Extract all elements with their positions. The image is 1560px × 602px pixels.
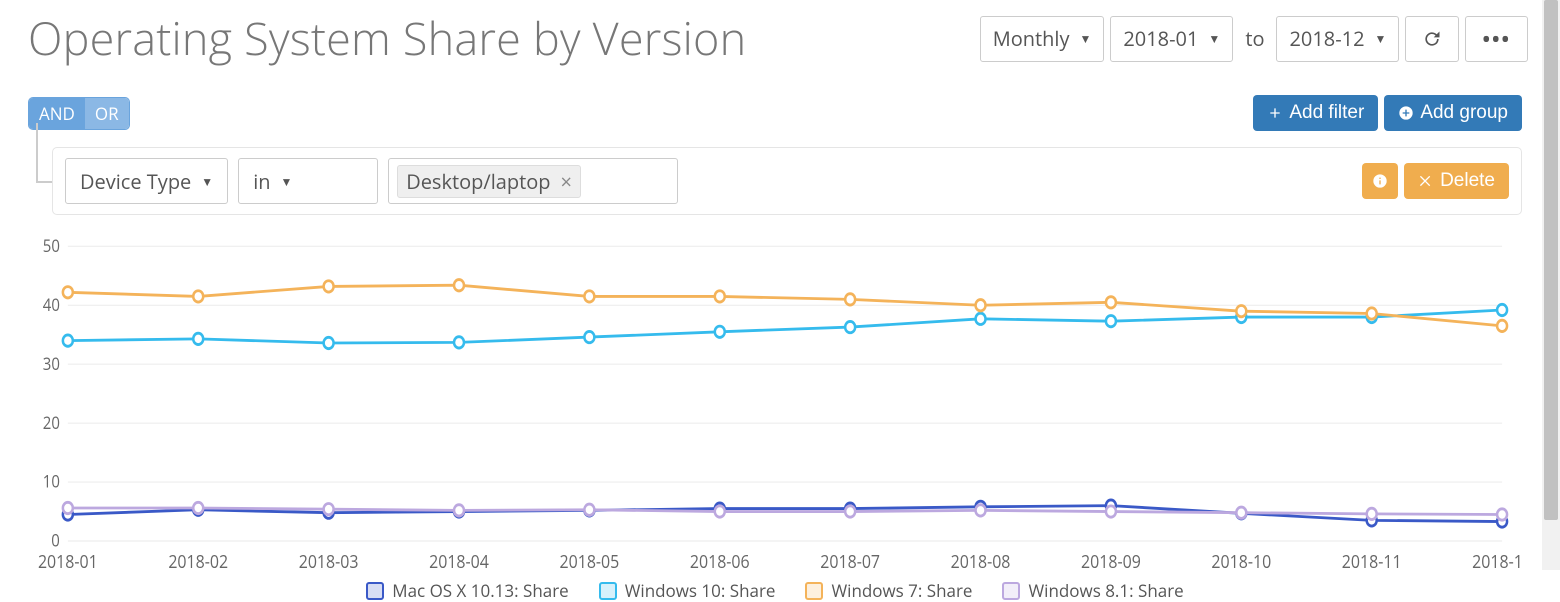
svg-text:30: 30 [43,352,60,375]
svg-text:2018-03: 2018-03 [299,550,359,574]
filter-value-chip: Desktop/laptop × [397,165,581,198]
rule-delete-label: Delete [1440,170,1495,192]
granularity-value: Monthly [993,25,1070,52]
svg-text:20: 20 [43,411,60,434]
legend-swatch [599,582,617,600]
svg-text:2018-05: 2018-05 [559,550,619,574]
chevron-down-icon: ▼ [1375,30,1387,47]
legend-item[interactable]: Windows 7: Share [805,579,972,602]
svg-text:50: 50 [43,235,60,257]
logic-toggle: AND OR [28,97,130,130]
legend-label: Windows 8.1: Share [1028,579,1183,602]
ellipsis-icon: ••• [1482,25,1511,52]
legend-swatch [1002,582,1020,600]
more-button[interactable]: ••• [1465,16,1528,62]
date-from-value: 2018-01 [1123,25,1198,52]
legend-item[interactable]: Mac OS X 10.13: Share [366,579,568,602]
svg-text:2018-06: 2018-06 [690,550,750,574]
scrollbar-thumb[interactable] [1544,0,1558,520]
add-filter-button[interactable]: Add filter [1253,95,1378,131]
svg-text:0: 0 [51,529,60,552]
svg-text:2018-07: 2018-07 [820,550,880,574]
legend-swatch [366,582,384,600]
filter-field-value: Device Type [80,168,191,195]
chevron-down-icon: ▼ [201,173,213,190]
filter-field-select[interactable]: Device Type ▼ [65,158,228,204]
rule-info-button[interactable] [1362,163,1398,199]
date-from-select[interactable]: 2018-01 ▼ [1110,16,1233,62]
refresh-button[interactable] [1405,16,1459,62]
date-to-value: 2018-12 [1289,25,1364,52]
chevron-down-icon: ▼ [281,173,293,190]
chip-remove-icon[interactable]: × [561,168,572,195]
svg-text:2018-12: 2018-12 [1472,550,1522,574]
legend-label: Windows 7: Share [831,579,972,602]
svg-text:40: 40 [43,293,60,316]
svg-text:2018-10: 2018-10 [1211,550,1271,574]
plus-circle-icon [1398,105,1414,121]
date-to-select[interactable]: 2018-12 ▼ [1276,16,1399,62]
legend-item[interactable]: Windows 10: Share [599,579,776,602]
svg-text:2018-01: 2018-01 [38,550,98,574]
rule-delete-button[interactable]: Delete [1404,163,1509,199]
chevron-down-icon: ▼ [1079,30,1091,47]
filter-rule: Device Type ▼ in ▼ Desktop/laptop × [52,147,1522,215]
tree-connector [28,147,52,215]
logic-or[interactable]: OR [85,98,129,129]
svg-text:2018-11: 2018-11 [1342,550,1402,574]
legend-item[interactable]: Windows 8.1: Share [1002,579,1183,602]
to-label: to [1239,25,1270,52]
page-title: Operating System Share by Version [28,8,746,69]
chart[interactable]: 0 10 20 30 40 50 2018-01 2018-02 2018-03 2018-04 2… [28,235,1522,575]
chip-label: Desktop/laptop [406,168,550,195]
chevron-down-icon: ▼ [1208,30,1220,47]
add-group-button[interactable]: Add group [1384,95,1522,131]
svg-text:2018-04: 2018-04 [429,550,489,574]
filter-operator-value: in [253,168,270,195]
legend-swatch [805,582,823,600]
add-filter-label: Add filter [1289,102,1364,124]
filter-value-input[interactable]: Desktop/laptop × [388,158,678,204]
granularity-select[interactable]: Monthly ▼ [980,16,1105,62]
info-icon [1372,173,1388,189]
legend-label: Windows 10: Share [625,579,776,602]
svg-text:2018-09: 2018-09 [1081,550,1141,574]
svg-text:2018-02: 2018-02 [168,550,228,574]
svg-text:2018-08: 2018-08 [951,550,1011,574]
svg-text:10: 10 [43,470,60,493]
plus-icon [1267,105,1283,121]
toolbar: Monthly ▼ 2018-01 ▼ to 2018-12 ▼ ••• [980,16,1540,62]
legend: Mac OS X 10.13: Share Windows 10: Share … [28,575,1522,602]
refresh-icon [1422,29,1442,49]
add-group-label: Add group [1420,102,1508,124]
scrollbar[interactable] [1542,0,1560,570]
filter-operator-select[interactable]: in ▼ [238,158,378,204]
legend-label: Mac OS X 10.13: Share [392,579,568,602]
x-icon [1418,173,1434,189]
query-builder: AND OR Add filter Add group Device Type [28,95,1522,215]
